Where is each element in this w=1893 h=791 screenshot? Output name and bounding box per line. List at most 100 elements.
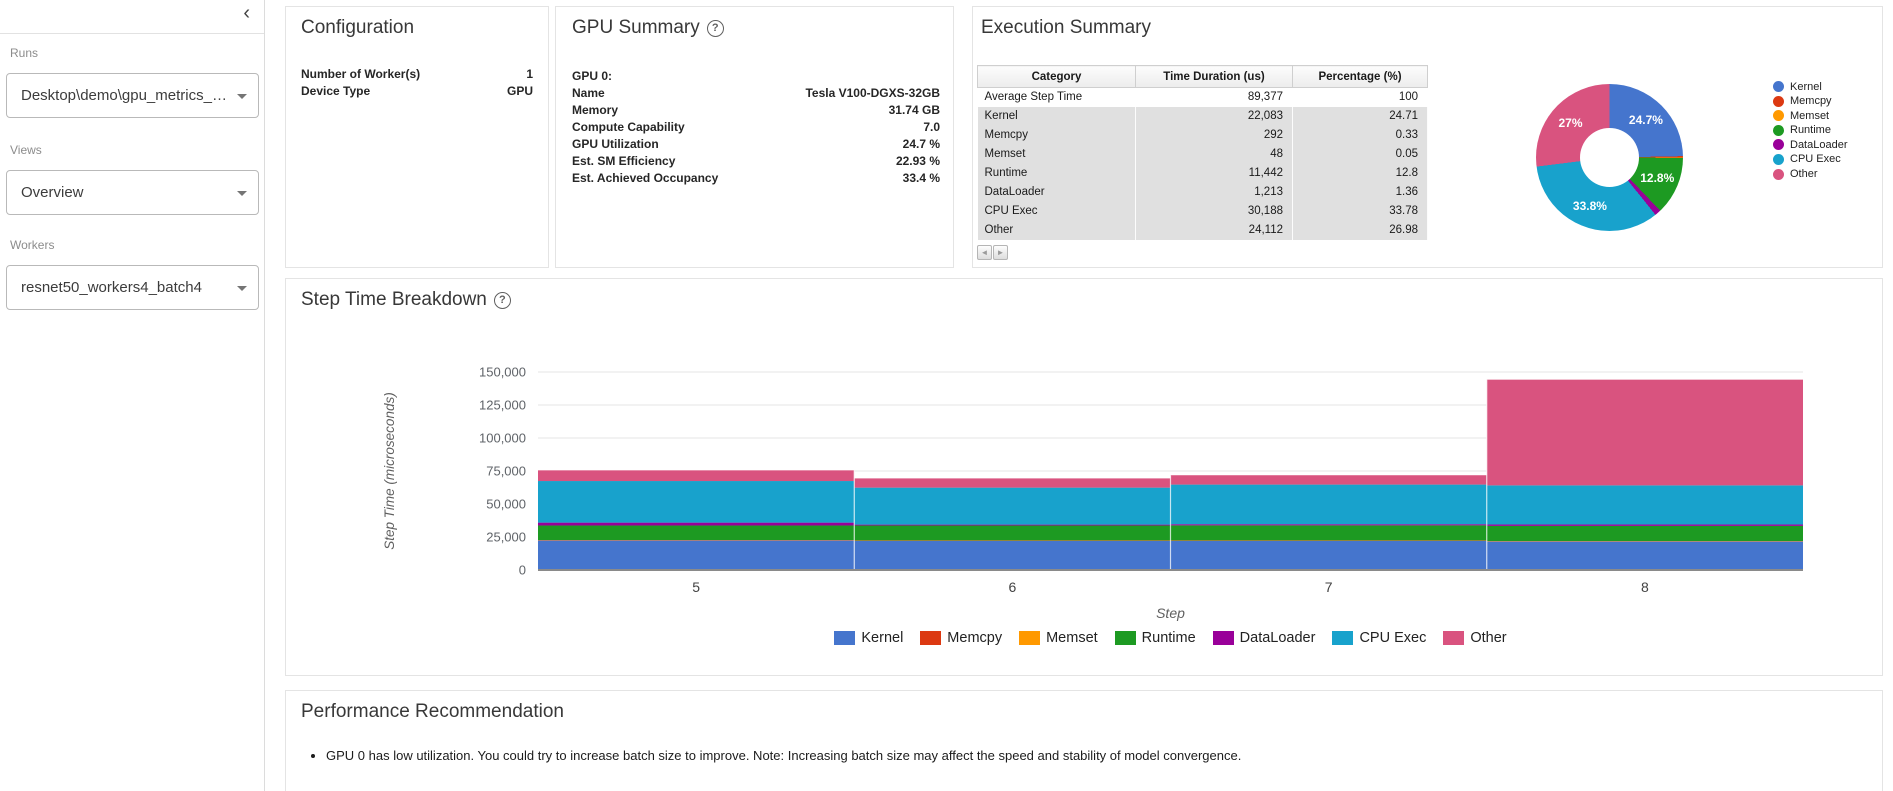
legend-item: Runtime <box>1773 125 1848 136</box>
table-row[interactable]: Memcpy2920.33 <box>978 126 1428 145</box>
pie-slice-label: 24.7% <box>1629 113 1663 127</box>
legend-item: CPU Exec <box>1773 154 1848 165</box>
runs-select[interactable]: Desktop\demo\gpu_metrics_resnet... <box>6 73 259 118</box>
legend-swatch <box>1115 631 1136 645</box>
legend-swatch <box>1773 125 1784 136</box>
legend-swatch <box>1019 631 1040 645</box>
legend-item: Other <box>1773 169 1848 180</box>
table-header-cell: Time Duration (us) <box>1136 66 1293 88</box>
legend-label: Memcpy <box>1790 95 1832 107</box>
table-row[interactable]: Runtime11,44212.8 <box>978 164 1428 183</box>
value-cell: 1,213 <box>1136 183 1293 202</box>
table-row[interactable]: DataLoader1,2131.36 <box>978 183 1428 202</box>
category-cell: Kernel <box>978 107 1136 126</box>
table-pager: ◄ ► <box>977 245 1008 260</box>
value-cell: 89,377 <box>1136 88 1293 107</box>
table-header-row: CategoryTime Duration (us)Percentage (%) <box>978 66 1428 88</box>
kv-row: Est. Achieved Occupancy33.4 % <box>572 171 940 188</box>
value-cell: 1.36 <box>1293 183 1428 202</box>
kv-value: 1 <box>526 67 533 84</box>
legend-swatch <box>1443 631 1464 645</box>
table-header-cell: Percentage (%) <box>1293 66 1428 88</box>
value-cell: 26.98 <box>1293 221 1428 240</box>
legend-label: Kernel <box>861 630 903 646</box>
gpu-summary-card: GPU Summary? GPU 0:NameTesla V100-DGXS-3… <box>555 6 954 268</box>
step-chart-legend: KernelMemcpyMemsetRuntimeDataLoaderCPU E… <box>538 630 1803 646</box>
value-cell: 0.33 <box>1293 126 1428 145</box>
svg-text:50,000: 50,000 <box>486 497 526 512</box>
svg-text:125,000: 125,000 <box>479 398 526 413</box>
execution-summary-title: Execution Summary <box>981 17 1151 39</box>
kv-row: Device Type GPU <box>301 84 533 101</box>
svg-text:6: 6 <box>1008 579 1016 595</box>
svg-text:8: 8 <box>1641 579 1649 595</box>
performance-recommendation-title: Performance Recommendation <box>301 701 564 723</box>
kv-row: Est. SM Efficiency22.93 % <box>572 154 940 171</box>
legend-label: Other <box>1470 630 1506 646</box>
legend-label: Memset <box>1046 630 1098 646</box>
pie-slice-label: 33.8% <box>1573 199 1607 213</box>
execution-summary-table: CategoryTime Duration (us)Percentage (%)… <box>977 65 1428 240</box>
legend-label: Runtime <box>1142 630 1196 646</box>
category-cell: Other <box>978 221 1136 240</box>
svg-text:5: 5 <box>692 579 700 595</box>
gpu-summary-title: GPU Summary? <box>572 17 724 39</box>
kv-value: Tesla V100-DGXS-32GB <box>805 86 940 103</box>
views-select[interactable]: Overview <box>6 170 259 215</box>
legend-label: Memset <box>1790 110 1829 122</box>
value-cell: 100 <box>1293 88 1428 107</box>
value-cell: 12.8 <box>1293 164 1428 183</box>
legend-item: CPU Exec <box>1332 630 1426 646</box>
gpu-summary-title-text: GPU Summary <box>572 17 700 38</box>
help-icon[interactable]: ? <box>707 20 724 37</box>
legend-swatch <box>1773 110 1784 121</box>
legend-item: DataLoader <box>1773 139 1848 150</box>
kv-value: 22.93 % <box>896 154 940 171</box>
step-time-breakdown-chart[interactable]: 025,00050,00075,000100,000125,000150,000… <box>286 279 1884 677</box>
pie-slice-label: 12.8% <box>1640 171 1674 185</box>
kv-label: Est. Achieved Occupancy <box>572 171 718 188</box>
gpu-summary-rows: GPU 0:NameTesla V100-DGXS-32GBMemory31.7… <box>572 69 940 188</box>
overview-page: ‹ Runs Desktop\demo\gpu_metrics_resnet..… <box>0 0 1893 791</box>
legend-swatch <box>1773 96 1784 107</box>
svg-text:7: 7 <box>1325 579 1333 595</box>
configuration-card: Configuration Number of Worker(s)1Device… <box>285 6 549 268</box>
kv-label: Compute Capability <box>572 120 685 137</box>
legend-item: Kernel <box>834 630 903 646</box>
kv-label: GPU Utilization <box>572 137 659 154</box>
pager-prev-button[interactable]: ◄ <box>977 245 992 260</box>
workers-select[interactable]: resnet50_workers4_batch4 <box>6 265 259 310</box>
execution-summary-donut-chart[interactable]: 24.7%12.8%33.8%27% <box>1536 84 1683 231</box>
legend-label: Runtime <box>1790 124 1831 136</box>
configuration-title: Configuration <box>301 17 414 39</box>
runs-label: Runs <box>10 46 38 60</box>
collapse-sidebar-icon[interactable]: ‹ <box>243 3 250 23</box>
pager-next-button[interactable]: ► <box>993 245 1008 260</box>
kv-label: Device Type <box>301 84 370 101</box>
views-label: Views <box>10 143 42 157</box>
legend-swatch <box>1213 631 1234 645</box>
chevron-down-icon <box>237 94 247 99</box>
table-row[interactable]: Other24,11226.98 <box>978 221 1428 240</box>
kv-value: 31.74 GB <box>889 103 940 120</box>
recommendation-list: GPU 0 has low utilization. You could try… <box>314 747 1862 764</box>
chevron-down-icon <box>237 191 247 196</box>
sidebar: ‹ Runs Desktop\demo\gpu_metrics_resnet..… <box>0 0 265 791</box>
table-row[interactable]: Memset480.05 <box>978 145 1428 164</box>
svg-text:0: 0 <box>519 563 526 578</box>
value-cell: 22,083 <box>1136 107 1293 126</box>
table-row[interactable]: Average Step Time89,377100 <box>978 88 1428 107</box>
svg-text:Step Time (microseconds): Step Time (microseconds) <box>382 392 397 549</box>
table-body: Average Step Time89,377100Kernel22,08324… <box>978 88 1428 240</box>
kv-value: GPU <box>507 84 533 101</box>
kv-row: GPU Utilization24.7 % <box>572 137 940 154</box>
category-cell: Average Step Time <box>978 88 1136 107</box>
table-row[interactable]: CPU Exec30,18833.78 <box>978 202 1428 221</box>
legend-swatch <box>1773 154 1784 165</box>
step-time-breakdown-card: Step Time Breakdown? 025,00050,00075,000… <box>285 278 1883 676</box>
donut-legend: KernelMemcpyMemsetRuntimeDataLoaderCPU E… <box>1773 81 1848 180</box>
legend-item: Memset <box>1773 110 1848 121</box>
legend-item: Runtime <box>1115 630 1196 646</box>
kv-label: Memory <box>572 103 618 120</box>
table-row[interactable]: Kernel22,08324.71 <box>978 107 1428 126</box>
